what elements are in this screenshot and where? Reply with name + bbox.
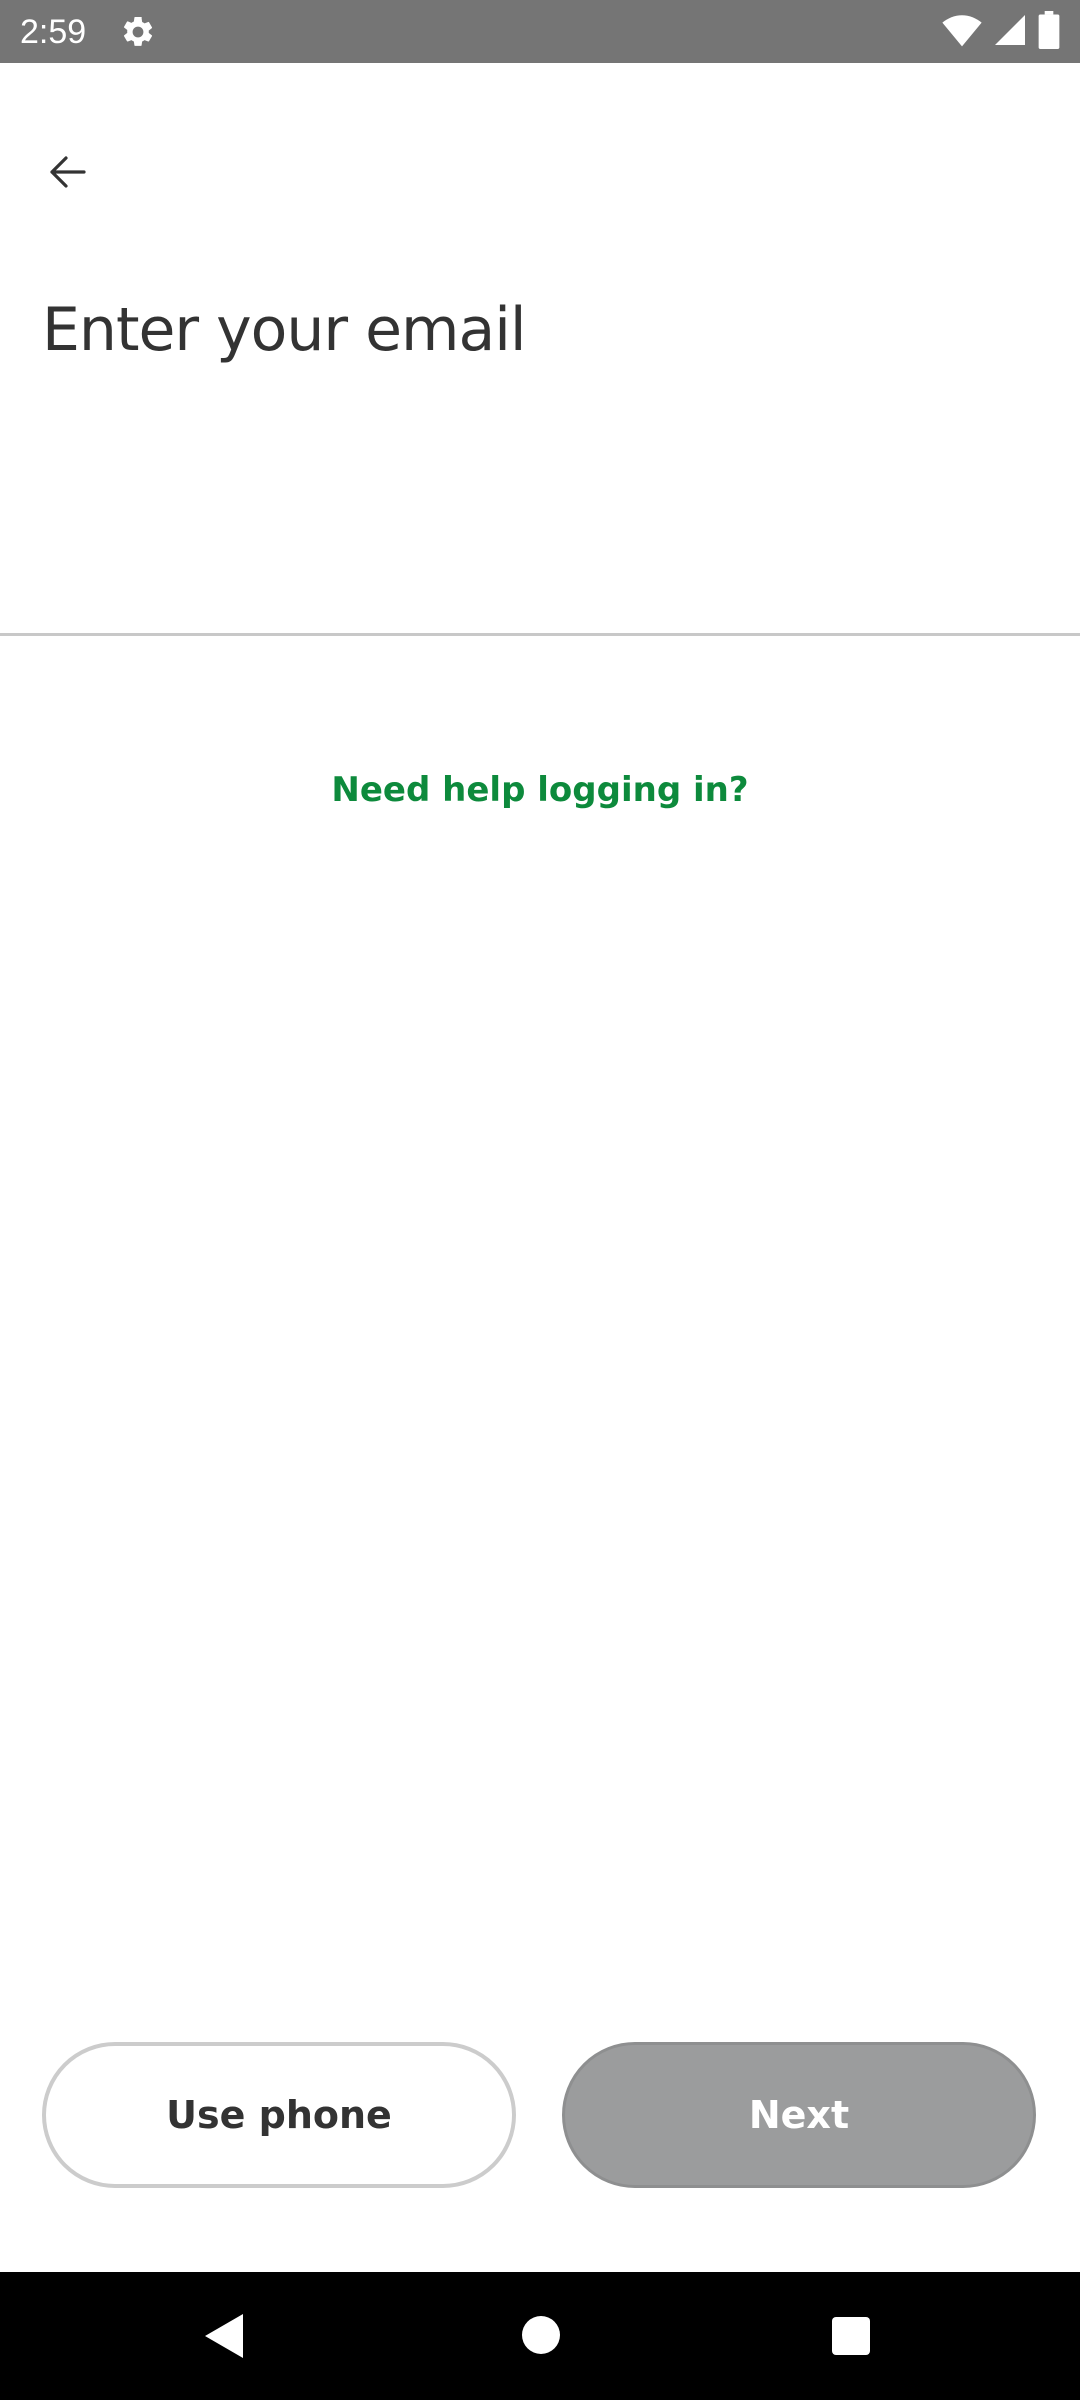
battery-icon xyxy=(1038,10,1060,54)
back-button[interactable] xyxy=(22,128,114,220)
status-icons xyxy=(942,10,1060,54)
status-bar: 2:59 xyxy=(0,0,1080,63)
page-title: Enter your email xyxy=(42,295,527,365)
help-link[interactable]: Need help logging in? xyxy=(0,765,1080,815)
screen: 2:59 Enter your email Need help logging … xyxy=(0,0,1080,2400)
status-time: 2:59 xyxy=(20,13,87,51)
nav-recents-icon[interactable] xyxy=(832,2317,870,2355)
next-button[interactable]: Next xyxy=(562,2042,1036,2188)
email-field[interactable] xyxy=(0,420,1080,636)
cell-signal-icon xyxy=(992,12,1028,53)
arrow-left-icon xyxy=(44,148,92,201)
nav-home-icon[interactable] xyxy=(522,2316,560,2354)
navigation-bar xyxy=(0,2272,1080,2400)
gear-icon xyxy=(120,14,156,50)
use-phone-button[interactable]: Use phone xyxy=(42,2042,516,2188)
nav-back-icon[interactable] xyxy=(205,2314,243,2358)
wifi-icon xyxy=(942,12,982,53)
